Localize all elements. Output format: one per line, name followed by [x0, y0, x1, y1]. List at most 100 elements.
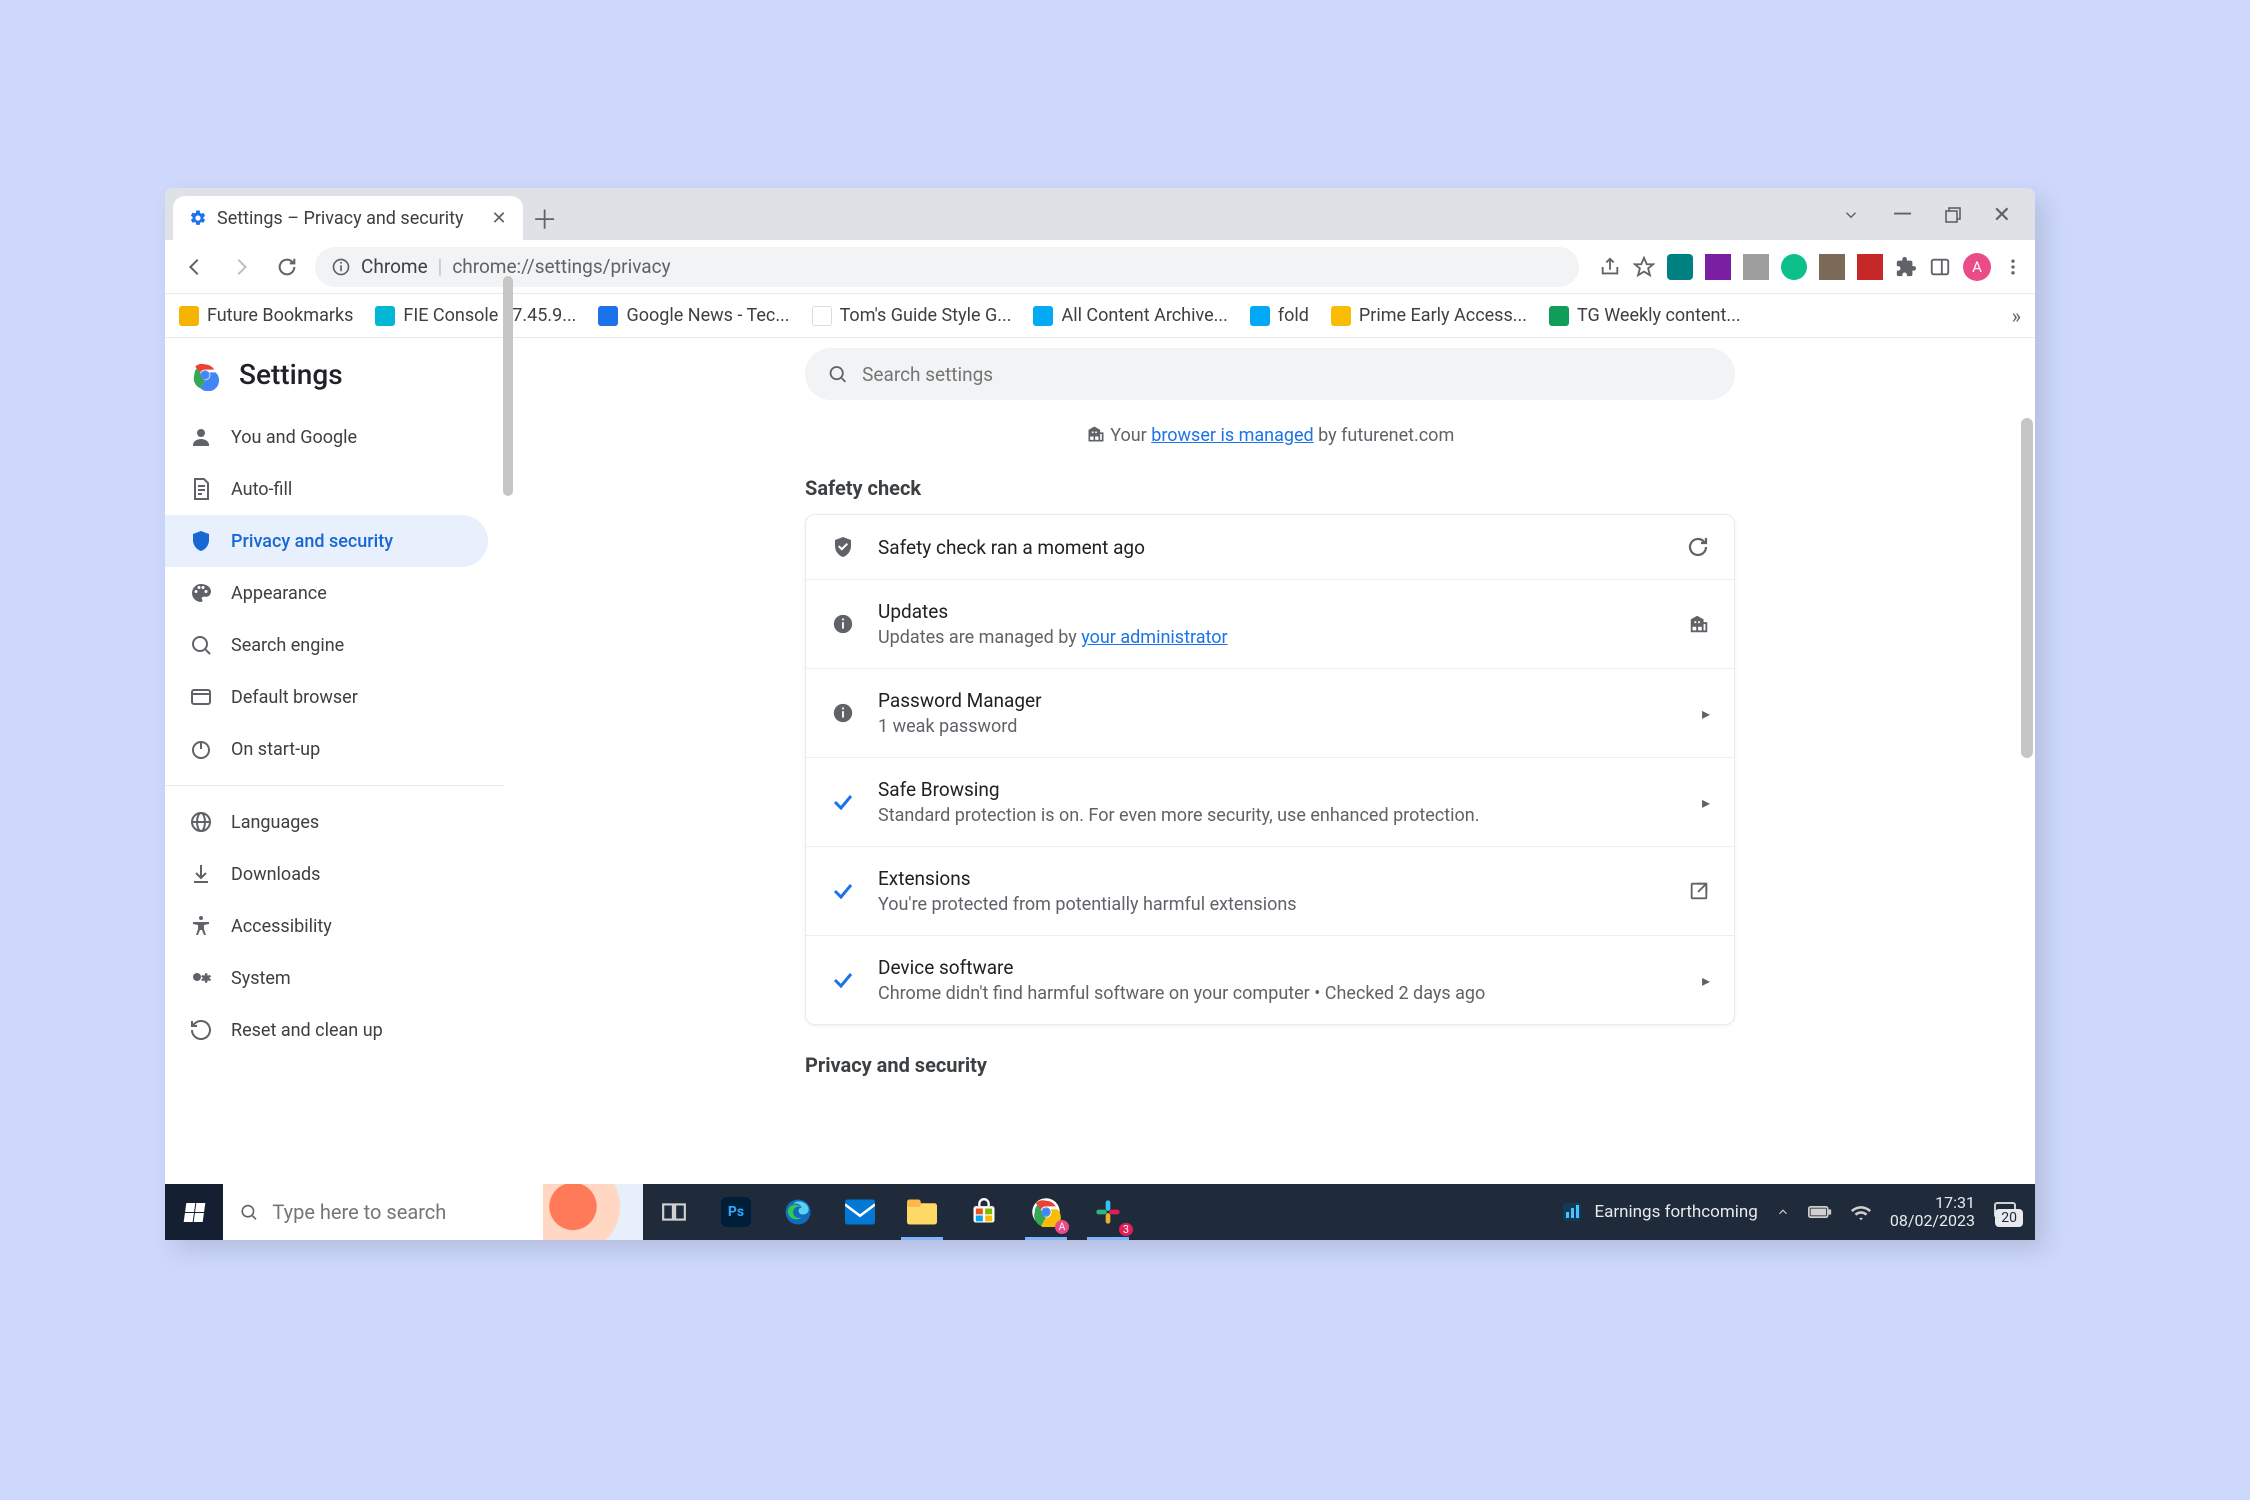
nav-label: Privacy and security	[231, 531, 393, 552]
taskbar-app-slack[interactable]: 3	[1077, 1184, 1139, 1240]
site-info-icon[interactable]	[331, 257, 351, 277]
bookmark-item[interactable]: FIE Console - 7.45.9...	[375, 305, 576, 326]
nav-system[interactable]: System	[165, 952, 488, 1004]
nav-accessibility[interactable]: Accessibility	[165, 900, 488, 952]
kebab-menu-icon[interactable]	[2003, 257, 2023, 277]
action-center-button[interactable]: 20	[1993, 1201, 2017, 1223]
nav-reset-and-clean-up[interactable]: Reset and clean up	[165, 1004, 488, 1056]
bookmark-item[interactable]: Future Bookmarks	[179, 305, 353, 326]
nav-downloads[interactable]: Downloads	[165, 848, 488, 900]
taskbar-systray: Earnings forthcoming 17:31 08/02/2023 20	[1560, 1194, 2035, 1231]
shield-check-icon	[830, 535, 856, 559]
safety-check-header-row: Safety check ran a moment ago	[806, 515, 1734, 579]
nav-autofill[interactable]: Auto-fill	[165, 463, 488, 515]
managed-text-prefix: Your	[1110, 425, 1151, 446]
nav-label: Appearance	[231, 583, 327, 604]
start-button[interactable]	[165, 1184, 223, 1240]
nav-label: Default browser	[231, 687, 358, 708]
managed-link[interactable]: browser is managed	[1151, 425, 1313, 446]
settings-search-box[interactable]	[805, 348, 1735, 400]
taskbar-search-input[interactable]	[272, 1200, 523, 1224]
bookmark-star-icon[interactable]	[1633, 256, 1655, 278]
new-tab-button[interactable]: ＋	[523, 196, 567, 240]
wifi-icon[interactable]	[1850, 1203, 1872, 1221]
extension-5-icon[interactable]	[1819, 254, 1845, 280]
taskbar-clock[interactable]: 17:31 08/02/2023	[1890, 1194, 1975, 1231]
row-title: Updates	[878, 600, 1666, 623]
extension-1-icon[interactable]	[1667, 254, 1693, 280]
browser-window: Settings – Privacy and security ✕ ＋ ― ✕ …	[165, 188, 2035, 1240]
nav-languages[interactable]: Languages	[165, 796, 488, 848]
notification-badge: 20	[1995, 1209, 2023, 1227]
taskbar-search[interactable]	[223, 1184, 543, 1240]
tab-search-chevron-icon[interactable]	[1842, 206, 1860, 224]
safety-check-rerun-button[interactable]	[1686, 535, 1710, 559]
window-maximize-button[interactable]	[1945, 207, 1961, 223]
taskbar-app-taskview[interactable]	[643, 1184, 705, 1240]
nav-you-and-google[interactable]: You and Google	[165, 411, 488, 463]
extension-3-icon[interactable]	[1743, 254, 1769, 280]
profile-avatar[interactable]: A	[1963, 253, 1991, 281]
nav-privacy-and-security[interactable]: Privacy and security	[165, 515, 488, 567]
nav-label: Downloads	[231, 864, 320, 885]
row-title: Password Manager	[878, 689, 1680, 712]
taskbar-app-edge[interactable]	[767, 1184, 829, 1240]
bookmarks-overflow-button[interactable]: »	[2012, 304, 2021, 328]
safety-row-extensions[interactable]: Extensions You're protected from potenti…	[806, 846, 1734, 935]
nav-label: Auto-fill	[231, 479, 292, 500]
window-controls: ― ✕	[1842, 200, 2035, 240]
bookmark-item[interactable]: All Content Archive...	[1033, 305, 1227, 326]
bookmark-label: Google News - Tec...	[626, 305, 789, 326]
extension-2-icon[interactable]	[1705, 254, 1731, 280]
window-close-button[interactable]: ✕	[1993, 203, 2011, 228]
bookmark-item[interactable]: fold	[1250, 305, 1309, 326]
taskbar-app-photoshop[interactable]: Ps	[705, 1184, 767, 1240]
extension-6-icon[interactable]	[1857, 254, 1883, 280]
windows-taskbar: Ps A 3 Earnings forthcoming 17:31 08/02	[165, 1184, 2035, 1240]
administrator-link[interactable]: your administrator	[1081, 627, 1227, 648]
nav-reload-button[interactable]	[269, 249, 305, 285]
nav-back-button[interactable]	[177, 249, 213, 285]
nav-divider	[165, 785, 504, 786]
toolbar-actions: A	[1589, 253, 2023, 281]
settings-search-input[interactable]	[862, 363, 1713, 386]
nav-label: Search engine	[231, 635, 344, 656]
taskbar-app-chrome[interactable]: A	[1015, 1184, 1077, 1240]
settings-content: Settings You and Google Auto-fill Privac…	[165, 338, 2035, 1184]
nav-appearance[interactable]: Appearance	[165, 567, 488, 619]
settings-nav: You and Google Auto-fill Privacy and sec…	[165, 405, 504, 1066]
bookmark-item[interactable]: TG Weekly content...	[1549, 305, 1741, 326]
settings-sidebar: Settings You and Google Auto-fill Privac…	[165, 338, 505, 1184]
main-scrollbar-thumb[interactable]	[2021, 418, 2033, 758]
bookmark-item[interactable]: Prime Early Access...	[1331, 305, 1527, 326]
battery-icon[interactable]	[1808, 1204, 1832, 1220]
systray-chevron-up-icon[interactable]	[1776, 1205, 1790, 1219]
check-icon	[830, 968, 856, 992]
taskbar-app-explorer[interactable]	[891, 1184, 953, 1240]
safety-check-header-text: Safety check ran a moment ago	[878, 536, 1664, 559]
taskbar-news-widget[interactable]: Earnings forthcoming	[1560, 1200, 1757, 1224]
tab-settings-privacy[interactable]: Settings – Privacy and security ✕	[173, 196, 523, 240]
taskbar-app-mail[interactable]	[829, 1184, 891, 1240]
settings-heading: Settings	[239, 358, 343, 391]
bookmark-item[interactable]: Google News - Tec...	[598, 305, 789, 326]
refresh-icon	[1686, 535, 1710, 559]
safety-row-password-manager[interactable]: Password Manager 1 weak password ▸	[806, 668, 1734, 757]
nav-forward-button[interactable]	[223, 249, 259, 285]
extension-4-icon[interactable]	[1781, 254, 1807, 280]
extensions-puzzle-icon[interactable]	[1895, 256, 1917, 278]
bookmark-label: FIE Console - 7.45.9...	[403, 305, 576, 326]
tab-close-icon[interactable]: ✕	[492, 208, 507, 229]
safety-row-device-software[interactable]: Device software Chrome didn't find harmf…	[806, 935, 1734, 1024]
share-icon[interactable]	[1599, 256, 1621, 278]
taskbar-date: 08/02/2023	[1890, 1212, 1975, 1230]
safety-row-safe-browsing[interactable]: Safe Browsing Standard protection is on.…	[806, 757, 1734, 846]
taskbar-app-store[interactable]	[953, 1184, 1015, 1240]
nav-on-startup[interactable]: On start-up	[165, 723, 488, 775]
bookmark-item[interactable]: Tom's Guide Style G...	[812, 305, 1012, 326]
taskbar-news-text: Earnings forthcoming	[1594, 1202, 1757, 1222]
window-minimize-button[interactable]: ―	[1892, 200, 1912, 230]
side-panel-icon[interactable]	[1929, 256, 1951, 278]
nav-search-engine[interactable]: Search engine	[165, 619, 488, 671]
nav-default-browser[interactable]: Default browser	[165, 671, 488, 723]
